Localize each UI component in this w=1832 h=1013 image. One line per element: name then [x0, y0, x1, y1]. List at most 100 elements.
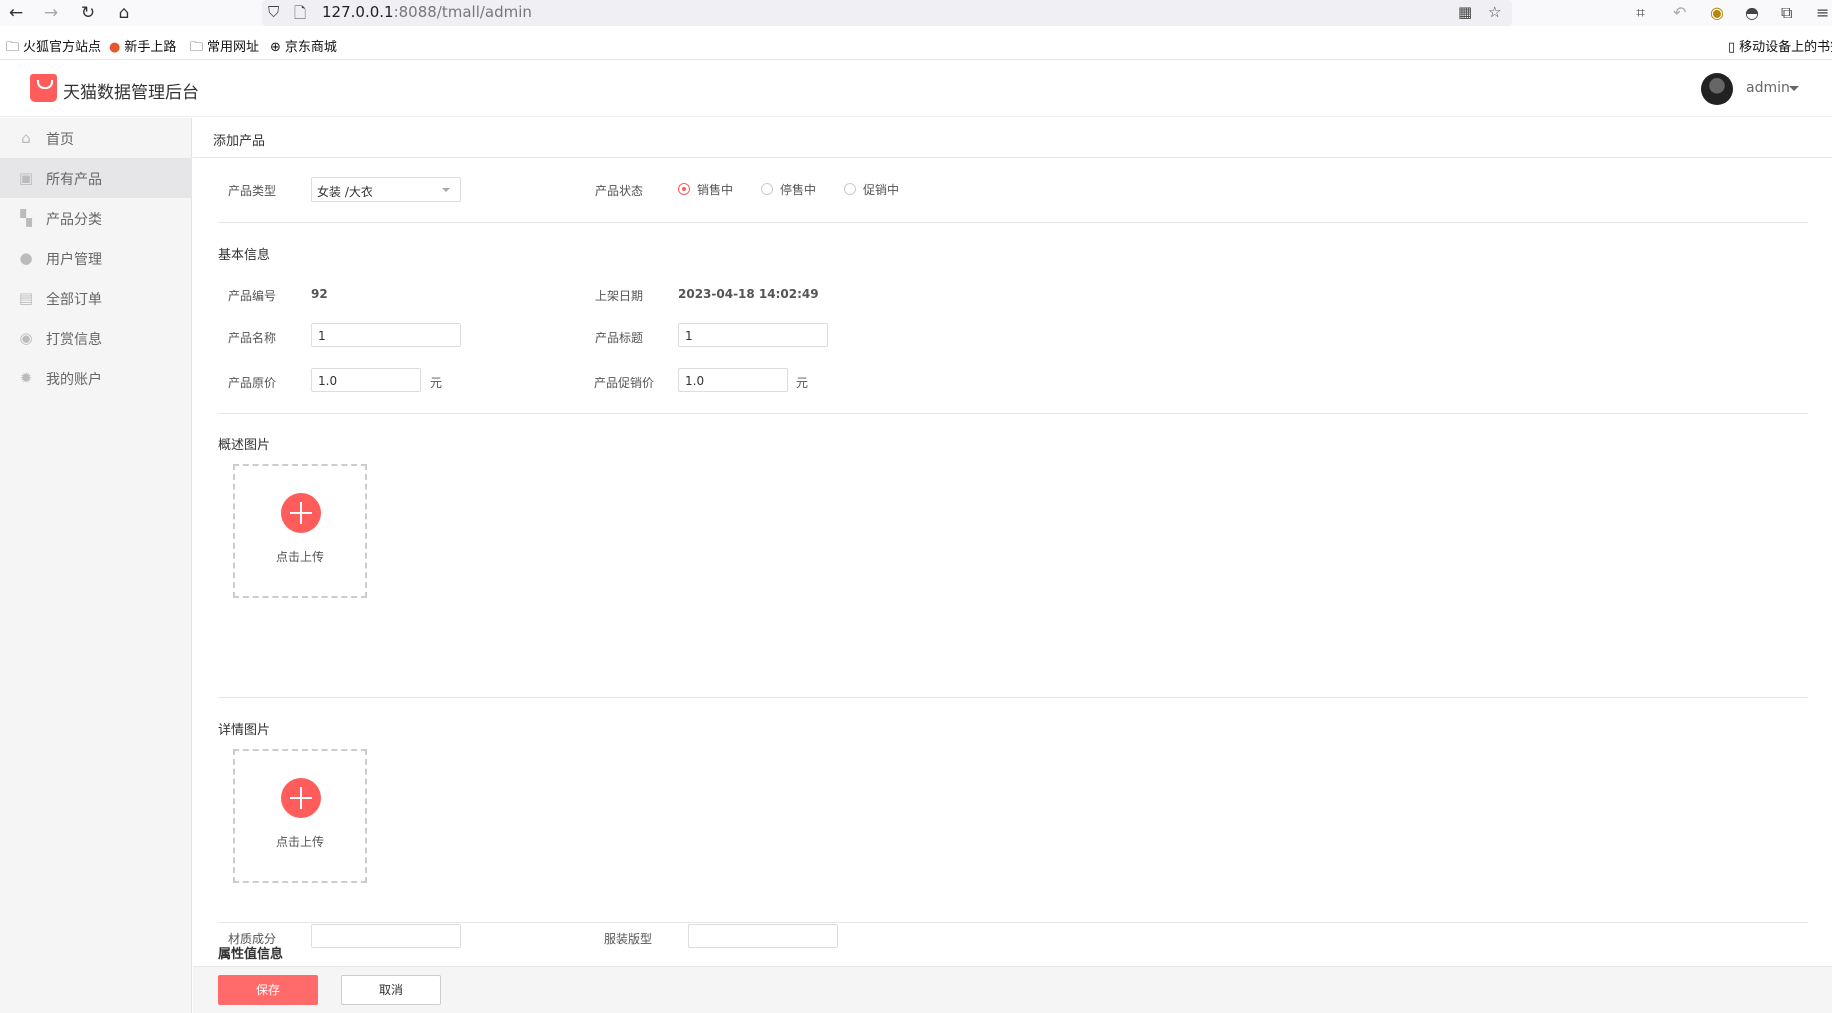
upload-label: 点击上传 — [275, 835, 324, 849]
avatar[interactable] — [1701, 73, 1733, 105]
bookmark-mobile[interactable]: ▯移动设备上的书签 — [1728, 36, 1832, 55]
browser-toolbar: ← → ↻ ⌂ ⛉ 🗋 127.0.0.1:8088/tmall/admin ▦… — [0, 0, 1832, 26]
sidebar-item-home[interactable]: ⌂ 首页 — [0, 118, 192, 158]
fit-label: 服装版型 — [604, 932, 653, 946]
price-unit: 元 — [430, 376, 443, 390]
cancel-button[interactable]: 取消 — [341, 975, 441, 1005]
divider — [218, 697, 1808, 698]
bookmark-label: 新手上路 — [124, 40, 177, 55]
home-icon: ⌂ — [21, 129, 31, 147]
user-icon: ● — [19, 249, 33, 267]
bookmarks-bar: 🗀火狐官方站点 ●新手上路 🗀常用网址 ⊕京东商城 ▯移动设备上的书签 — [0, 34, 1832, 56]
bookmark-common[interactable]: 🗀 常用网址 — [190, 36, 259, 60]
extensions-icon[interactable]: ⧉ — [1781, 3, 1792, 23]
app-header: 天猫数据管理后台 admin — [0, 60, 1832, 117]
plus-icon — [281, 493, 321, 533]
undo-icon[interactable]: ↶ — [1673, 3, 1686, 22]
radio-label: 促销中 — [863, 183, 900, 197]
forward-icon[interactable]: → — [40, 2, 62, 24]
url-path: :8088/tmall/admin — [393, 3, 532, 21]
sidebar-item-account[interactable]: ✹ 我的账户 — [0, 358, 192, 398]
sidebar-item-users[interactable]: ● 用户管理 — [0, 238, 192, 278]
sidebar-item-label: 打赏信息 — [46, 332, 102, 348]
url-text[interactable]: 127.0.0.1:8088/tmall/admin — [322, 3, 532, 21]
product-type-select[interactable]: 女装 /大衣 — [311, 177, 461, 202]
divider — [218, 413, 1808, 414]
crop-icon[interactable]: ⌗ — [1636, 3, 1645, 23]
product-type-value: 女装 /大衣 — [317, 185, 373, 199]
plus-icon — [281, 778, 321, 818]
category-icon: ▚ — [20, 209, 32, 227]
admin-app: 天猫数据管理后台 admin ⌂ 首页 ▣ 所有产品 ▚ 产品分类 ● 用户管理… — [0, 59, 1832, 1013]
bookmark-getting-started[interactable]: ● 新手上路 — [109, 36, 176, 55]
overview-upload-button[interactable]: 点击上传 — [233, 464, 367, 598]
shield-icon[interactable]: ⛉ — [268, 3, 279, 21]
bookmark-jd[interactable]: ⊕ 京东商城 — [270, 36, 337, 55]
reload-icon[interactable]: ↻ — [77, 2, 99, 24]
qr-code-icon[interactable]: ▦ — [1458, 3, 1472, 21]
product-name-label: 产品名称 — [228, 331, 277, 345]
radio-dot — [844, 183, 856, 195]
original-price-input[interactable]: 1.0 — [311, 368, 421, 392]
product-name-input[interactable]: 1 — [311, 323, 461, 347]
sidebar-item-orders[interactable]: ▤ 全部订单 — [0, 278, 192, 318]
phone-icon: ▯ — [1728, 40, 1736, 55]
menu-icon[interactable]: ≡ — [1816, 3, 1829, 22]
divider — [218, 222, 1808, 223]
chevron-down-icon[interactable] — [1789, 86, 1799, 91]
sale-price-unit: 元 — [796, 376, 809, 390]
firefox-icon: ● — [109, 40, 121, 55]
product-id-label: 产品编号 — [228, 289, 277, 303]
bookmark-label: 常用网址 — [207, 40, 260, 55]
listing-date-value: 2023-04-18 14:02:49 — [678, 287, 819, 301]
sale-price-input[interactable]: 1.0 — [678, 368, 788, 392]
sidebar-item-categories[interactable]: ▚ 产品分类 — [0, 198, 192, 238]
sidebar-item-products[interactable]: ▣ 所有产品 — [0, 158, 192, 198]
product-type-label: 产品类型 — [228, 184, 277, 198]
user-name[interactable]: admin — [1746, 80, 1790, 96]
main-content: 添加产品 产品类型 女装 /大衣 产品状态 销售中 停售中 促销中 基本信息 产… — [193, 118, 1832, 962]
sidebar-item-label: 产品分类 — [46, 212, 102, 228]
listing-date-label: 上架日期 — [595, 289, 644, 303]
page-title: 添加产品 — [213, 134, 266, 149]
product-icon: ▣ — [18, 169, 34, 187]
upload-label: 点击上传 — [275, 550, 324, 564]
product-title-label: 产品标题 — [595, 331, 644, 345]
product-status-label: 产品状态 — [595, 184, 644, 198]
detail-upload-button[interactable]: 点击上传 — [233, 749, 367, 883]
sidebar-item-label: 用户管理 — [46, 252, 102, 268]
address-bar[interactable]: ⛉ 🗋 127.0.0.1:8088/tmall/admin ▦ ☆ — [262, 0, 1512, 26]
basic-info-title: 基本信息 — [218, 248, 271, 263]
reward-icon: ◉ — [19, 329, 33, 347]
bookmark-label: 移动设备上的书签 — [1739, 40, 1832, 55]
form-footer: 保存 取消 — [193, 966, 1832, 1013]
home-browser-icon[interactable]: ⌂ — [113, 2, 135, 24]
sidebar-item-rewards[interactable]: ◉ 打赏信息 — [0, 318, 192, 358]
sidebar: ⌂ 首页 ▣ 所有产品 ▚ 产品分类 ● 用户管理 ▤ 全部订单 ◉ 打赏信息 … — [0, 118, 192, 1013]
radio-label: 停售中 — [780, 183, 817, 197]
radio-dot — [678, 183, 690, 195]
product-title-input[interactable]: 1 — [678, 323, 828, 347]
product-id-value: 92 — [311, 287, 328, 301]
page-title-bar: 添加产品 — [193, 118, 1832, 158]
radio-dot — [761, 183, 773, 195]
bookmark-firefox[interactable]: 🗀 火狐官方站点 — [6, 36, 101, 60]
folder-icon: 🗀 — [6, 40, 20, 55]
save-button[interactable]: 保存 — [218, 975, 318, 1005]
material-input[interactable] — [311, 924, 461, 948]
bookmark-label: 京东商城 — [284, 40, 337, 55]
radio-label: 销售中 — [697, 183, 734, 197]
extension-burp-icon[interactable]: ◉ — [1710, 3, 1724, 22]
bookmark-star-icon[interactable]: ☆ — [1488, 3, 1501, 21]
extension-hat-icon[interactable]: ◓ — [1745, 3, 1759, 22]
sidebar-item-label: 我的账户 — [46, 372, 102, 388]
back-icon[interactable]: ← — [5, 2, 27, 24]
fit-input[interactable] — [688, 924, 838, 948]
page-info-icon[interactable]: 🗋 — [294, 3, 306, 28]
app-title: 天猫数据管理后台 — [63, 83, 199, 103]
order-icon: ▤ — [18, 289, 34, 307]
sidebar-item-label: 全部订单 — [46, 292, 102, 308]
overview-images-title: 概述图片 — [218, 438, 271, 453]
settings-icon: ✹ — [19, 369, 33, 387]
globe-icon: ⊕ — [270, 40, 281, 55]
